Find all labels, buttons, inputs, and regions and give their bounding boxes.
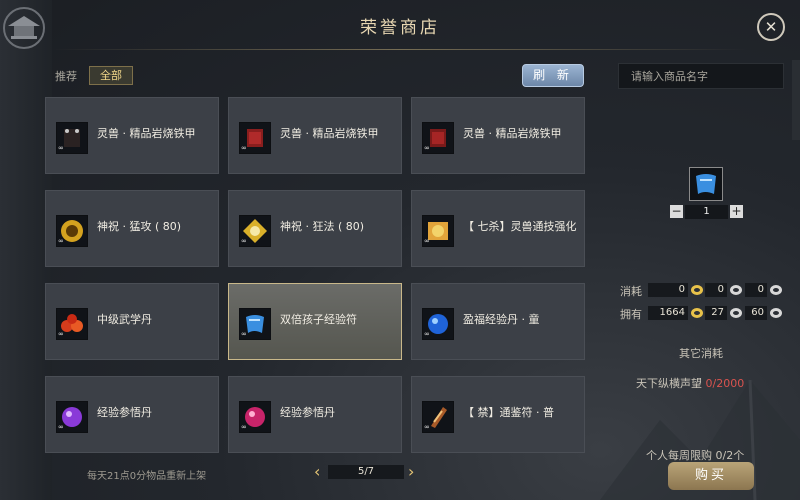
item-name: 神祝 · 狂法 ( 80) <box>280 220 365 233</box>
shop-item-selected[interactable]: ∞ 双倍孩子经验符 <box>228 283 402 360</box>
armor-red-icon: ∞ <box>422 122 454 154</box>
item-name: 经验参悟丹 <box>280 406 335 419</box>
title-divider <box>52 49 748 50</box>
item-name: 灵兽 · 精品岩烧铁甲 <box>280 127 379 140</box>
prev-page-icon[interactable]: ‹ <box>314 462 320 481</box>
search-input[interactable] <box>618 63 784 89</box>
shop-item[interactable]: ∞ 经验参悟丹 <box>228 376 402 453</box>
pagination: ‹ 5/7 › <box>314 462 414 482</box>
shop-item[interactable]: ∞ 经验参悟丹 <box>45 376 219 453</box>
increase-quantity-button[interactable]: + <box>730 205 743 218</box>
armor-dark-icon: ∞ <box>56 122 88 154</box>
golden-mask-icon: ∞ <box>56 215 88 247</box>
armor-red-icon: ∞ <box>239 122 271 154</box>
cost-label: 消耗 <box>620 285 642 298</box>
blue-orb-icon: ∞ <box>422 308 454 340</box>
quantity-value[interactable]: 1 <box>685 205 728 219</box>
shop-item[interactable]: ∞ 神祝 · 猛攻 ( 80) <box>45 190 219 267</box>
weekly-limit: 个人每周限购 0/2个 <box>646 449 745 462</box>
close-button[interactable]: ✕ <box>757 13 785 41</box>
refresh-button[interactable]: 刷 新 <box>522 64 584 87</box>
blue-scroll-icon: ∞ <box>239 308 271 340</box>
filter-all-tab[interactable]: 全部 <box>89 66 133 85</box>
quantity-stepper: − 1 + <box>670 205 743 221</box>
golden-wings-icon: ∞ <box>239 215 271 247</box>
honor-shop-screen: 荣誉商店 ✕ 推荐 全部 刷 新 ∞ 灵兽 · 精品岩烧铁甲 ∞ 灵兽 · 精品… <box>0 0 800 500</box>
gold-coin-icon <box>691 285 703 295</box>
right-edge-tab <box>792 60 800 140</box>
header: 荣誉商店 <box>0 0 800 50</box>
item-name: 盈福经验丹 · 童 <box>463 313 540 326</box>
talisman-icon: ∞ <box>422 401 454 433</box>
page-indicator: 5/7 <box>328 465 404 479</box>
shop-item[interactable]: ∞ 灵兽 · 精品岩烧铁甲 <box>45 97 219 174</box>
buy-button[interactable]: 购买 <box>668 462 754 490</box>
item-name: 灵兽 · 精品岩烧铁甲 <box>97 127 196 140</box>
page-title: 荣誉商店 <box>360 18 440 38</box>
item-name: 【 禁】通鉴符 · 普 <box>463 406 554 419</box>
shop-item[interactable]: ∞ 【 七杀】灵兽通技强化 <box>411 190 585 267</box>
item-name: 双倍孩子经验符 <box>280 313 357 326</box>
beast-tome-icon: ∞ <box>422 215 454 247</box>
shop-item[interactable]: ∞ 灵兽 · 精品岩烧铁甲 <box>411 97 585 174</box>
cost-silver2-value: 0 <box>745 283 767 297</box>
item-name: 中级武学丹 <box>97 313 152 326</box>
shop-item[interactable]: ∞ 神祝 · 狂法 ( 80) <box>228 190 402 267</box>
shop-item[interactable]: ∞ 中级武学丹 <box>45 283 219 360</box>
restock-note: 每天21点0分物品重新上架 <box>87 471 207 482</box>
silver-coin-icon <box>730 285 742 295</box>
item-name: 经验参悟丹 <box>97 406 152 419</box>
shop-item[interactable]: ∞ 灵兽 · 精品岩烧铁甲 <box>228 97 402 174</box>
pink-orb-icon: ∞ <box>239 401 271 433</box>
selected-item-preview <box>689 167 723 201</box>
shop-item[interactable]: ∞ 盈福经验丹 · 童 <box>411 283 585 360</box>
item-name: 灵兽 · 精品岩烧铁甲 <box>463 127 562 140</box>
cost-silver-value: 0 <box>705 283 727 297</box>
red-pills-icon: ∞ <box>56 308 88 340</box>
next-page-icon[interactable]: › <box>408 462 414 481</box>
close-icon: ✕ <box>764 18 778 36</box>
decrease-quantity-button[interactable]: − <box>670 205 683 218</box>
cost-gold-value: 0 <box>648 283 688 297</box>
shop-item[interactable]: ∞ 【 禁】通鉴符 · 普 <box>411 376 585 453</box>
filter-recommend[interactable]: 推荐 <box>55 68 77 84</box>
silver-coin-icon <box>770 285 782 295</box>
blue-scroll-icon <box>696 174 716 194</box>
purple-orb-icon: ∞ <box>56 401 88 433</box>
item-name: 神祝 · 猛攻 ( 80) <box>97 220 182 233</box>
item-name: 【 七杀】灵兽通技强化 <box>463 220 577 233</box>
